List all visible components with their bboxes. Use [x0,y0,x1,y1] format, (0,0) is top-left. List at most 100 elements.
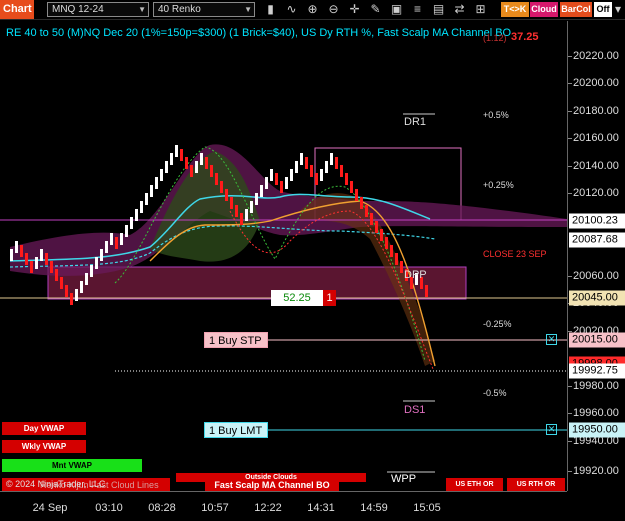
price-flag-buy-limit: 19950.00 [569,422,625,438]
renko-brick [295,161,298,173]
toolbar: Chart MNQ 12-24 ▼ 40 Renko ▼ ▮ ∿ ⊕ ⊖ ✛ ✎… [0,0,625,20]
renko-brick [55,269,58,281]
minus-half-percent-label: -0.5% [483,388,507,398]
renko-brick [60,277,63,289]
templates-icon[interactable]: ▤ [430,1,447,18]
renko-brick [260,185,263,197]
buy-stop-order-tag[interactable]: 1 Buy STP [204,332,268,348]
time-label: 24 Sep [32,502,68,514]
renko-brick [275,173,278,185]
renko-brick [370,213,373,225]
time-axis[interactable]: 24 Sep 03:10 08:28 10:57 12:22 14:31 14:… [0,491,567,521]
minus-quarter-percent-label: -0.25% [483,319,512,329]
chart-tab[interactable]: Chart [0,0,34,19]
renko-brick [310,165,313,177]
renko-brick [65,285,68,297]
price-chart [0,113,567,473]
renko-brick [390,245,393,257]
more-icon[interactable]: ▾ [611,1,625,18]
price-flag-last: 19992.75 [569,363,625,379]
renko-brick [100,249,103,261]
renko-brick [140,201,143,213]
renko-brick [315,173,318,185]
renko-brick [235,205,238,217]
renko-brick [95,257,98,269]
renko-brick [300,153,303,165]
price-flag-kijun: 20100.23 [569,213,625,229]
ds1-label: DS1 [404,404,426,416]
time-label: 08:28 [148,502,176,514]
renko-brick [175,145,178,157]
renko-brick [225,189,228,201]
renko-brick [190,165,193,177]
dr1-label: DR1 [404,116,427,128]
renko-brick [395,253,398,265]
price-tick: 20200.00 [568,77,619,89]
renko-brick [145,193,148,205]
renko-brick [250,201,253,213]
renko-brick [195,161,198,173]
price-flag-ma: 20087.68 [569,232,625,248]
renko-brick [385,237,388,249]
position-pnl[interactable]: 52.25 [271,290,323,306]
drawing-tool-icon[interactable]: ✎ [367,1,384,18]
renko-brick [200,153,203,165]
zoom-in-icon[interactable]: ⊕ [304,1,321,18]
renko-brick [180,149,183,161]
crosshair-icon[interactable]: ✛ [346,1,363,18]
screenshot-icon[interactable]: ▣ [388,1,405,18]
renko-brick [265,177,268,189]
price-tick: 20120.00 [568,187,619,199]
renko-brick [80,281,83,293]
chevron-down-icon: ▼ [138,5,146,14]
top-right-small-value: (1.12) [483,33,507,43]
renko-brick [25,253,28,265]
price-flag-entry: 20045.00 [569,290,625,306]
price-flag-buy-stop: 20015.00 [569,332,625,348]
tk-toggle-button[interactable]: T<>K [501,2,529,17]
renko-brick [320,169,323,181]
renko-brick [75,289,78,301]
renko-brick [425,285,428,297]
price-axis[interactable]: 20220.00 20200.00 20180.00 20160.00 2014… [567,21,625,491]
us-eth-or-button[interactable]: US ETH OR [446,478,503,491]
mnt-vwap-button[interactable]: Mnt VWAP [2,459,142,472]
indicators-icon[interactable]: ∿ [283,1,300,18]
price-tick: 19980.00 [568,380,619,392]
chart-trader-icon[interactable]: ⇄ [451,1,468,18]
zoom-out-icon[interactable]: ⊖ [325,1,342,18]
time-label: 03:10 [95,502,123,514]
wkly-vwap-button[interactable]: Wkly VWAP [2,440,86,453]
chevron-down-icon: ▼ [244,5,252,14]
bar-chart-icon[interactable]: ▮ [262,1,279,18]
instrument-value: MNQ 12-24 [52,4,104,15]
cancel-buy-stop-close-icon[interactable]: ✕ [546,334,557,345]
renko-brick [345,173,348,185]
day-vwap-button[interactable]: Day VWAP [2,422,86,435]
instrument-selector[interactable]: MNQ 12-24 ▼ [47,2,149,17]
properties-icon[interactable]: ≡ [409,1,426,18]
renko-brick [340,165,343,177]
renko-brick [35,257,38,269]
top-right-value: 37.25 [511,31,539,43]
us-rth-or-button[interactable]: US RTH OR [507,478,565,491]
chart-title: RE 40 to 50 (M)NQ Dec 20 (1%=150p=$300) … [6,27,512,39]
barcol-toggle-button[interactable]: BarCol [560,2,592,17]
off-toggle-button[interactable]: Off [594,2,612,17]
cloud-toggle-button[interactable]: Cloud [530,2,558,17]
price-tick: 20140.00 [568,160,619,172]
renko-brick [160,169,163,181]
renko-brick [210,165,213,177]
renko-brick [255,193,258,205]
renko-brick [215,173,218,185]
renko-brick [155,177,158,189]
bar-type-selector[interactable]: 40 Renko ▼ [153,2,255,17]
renko-brick [50,261,53,273]
renko-brick [365,205,368,217]
position-qty[interactable]: 1 [323,290,336,306]
cancel-buy-limit-close-icon[interactable]: ✕ [546,424,557,435]
data-box-icon[interactable]: ⊞ [472,1,489,18]
buy-limit-order-tag[interactable]: 1 Buy LMT [204,422,268,438]
chart-plot-area[interactable]: RE 40 to 50 (M)NQ Dec 20 (1%=150p=$300) … [0,21,567,492]
renko-brick [400,261,403,273]
